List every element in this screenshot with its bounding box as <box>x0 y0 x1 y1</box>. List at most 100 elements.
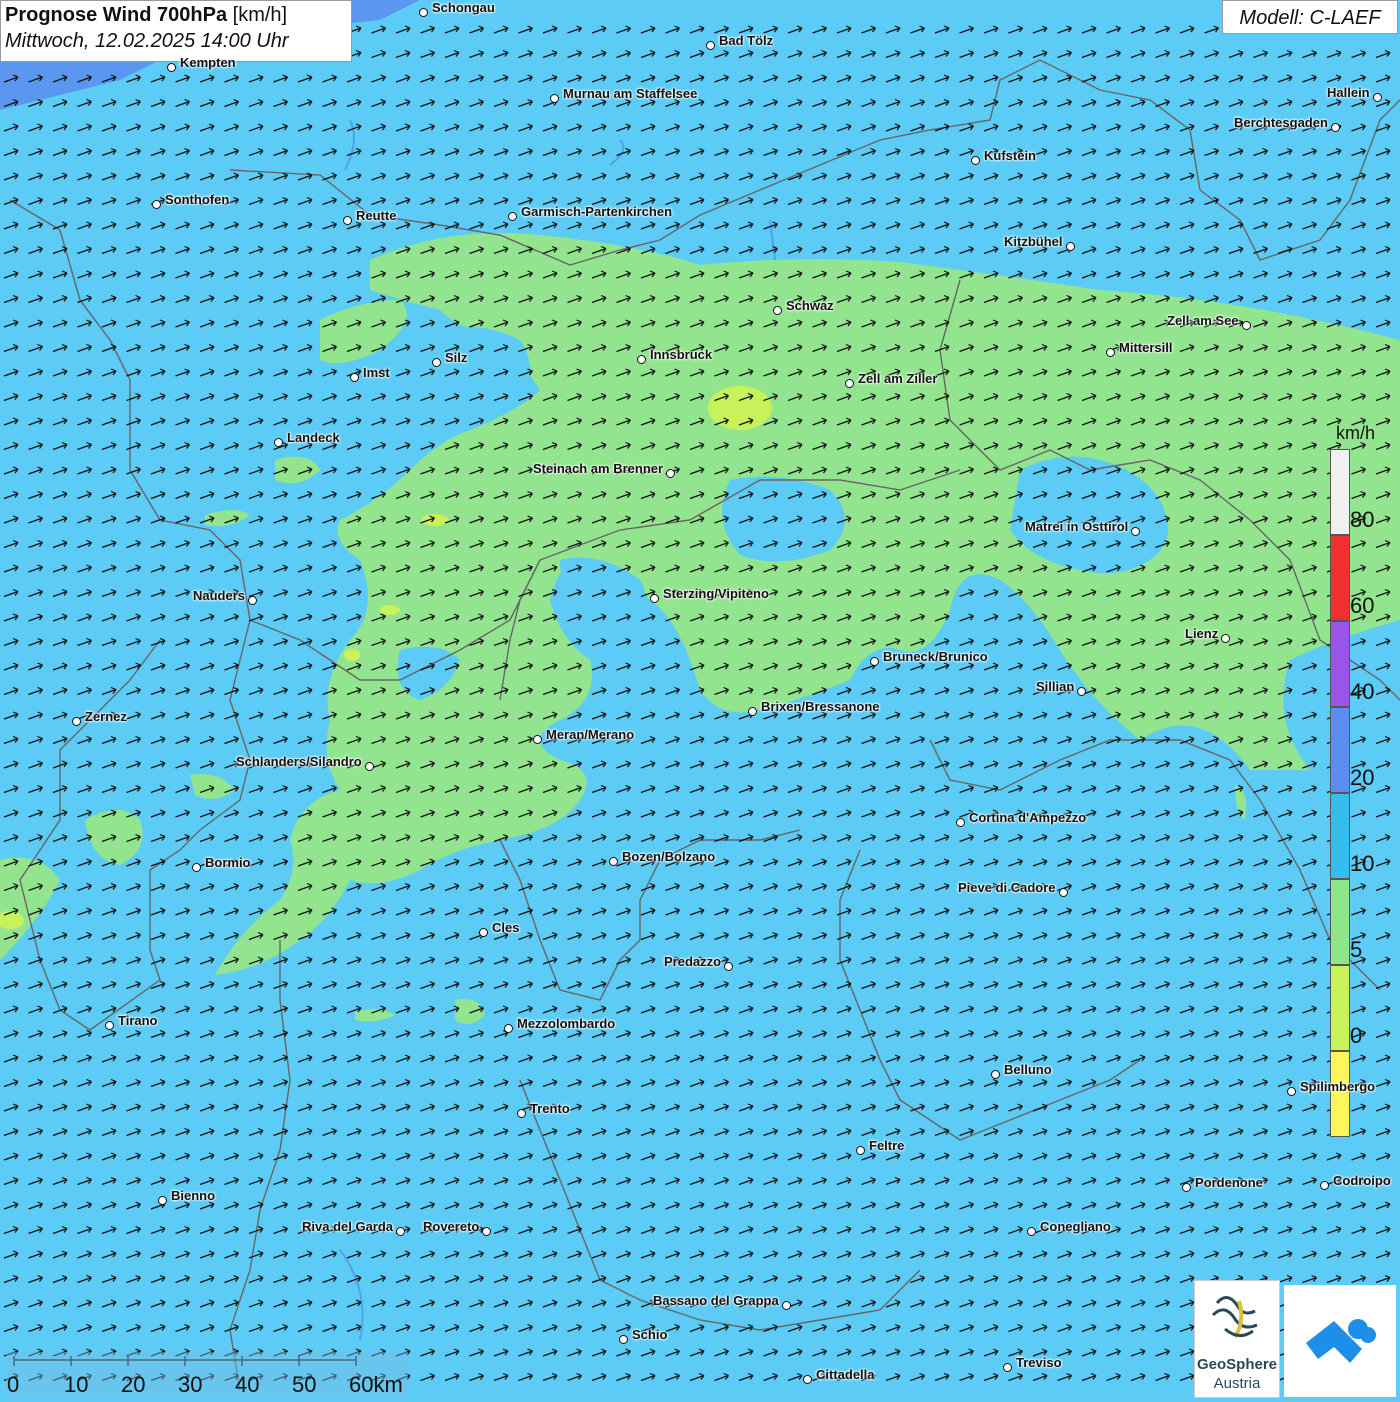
legend-segment <box>1330 621 1350 707</box>
city-label: Zernez <box>85 709 127 724</box>
city-marker <box>1221 634 1230 643</box>
city-marker <box>72 717 81 726</box>
city-marker <box>1287 1087 1296 1096</box>
city-label: Cittadella <box>816 1367 875 1382</box>
city-marker <box>637 355 646 364</box>
city-marker <box>158 1196 167 1205</box>
city-label: Zell am Ziller <box>858 371 938 386</box>
city-label: Murnau am Staffelsee <box>563 86 698 101</box>
city-label: Riva del Garda <box>302 1219 394 1234</box>
city-label: Belluno <box>1004 1062 1052 1077</box>
city-marker <box>619 1335 628 1344</box>
city-label: Nauders <box>193 588 246 603</box>
city-marker <box>956 818 965 827</box>
city-marker <box>773 306 782 315</box>
legend-segment <box>1330 449 1350 535</box>
city-label: Innsbruck <box>650 347 713 362</box>
city-marker <box>1373 93 1382 102</box>
city-marker <box>248 596 257 605</box>
city-marker <box>1106 348 1115 357</box>
city-marker <box>650 594 659 603</box>
city-label: Pieve di Cadore <box>958 880 1056 895</box>
city-label: Reutte <box>356 208 397 223</box>
city-marker <box>105 1021 114 1030</box>
city-marker <box>167 63 176 72</box>
city-marker <box>1242 321 1251 330</box>
city-marker <box>991 1070 1000 1079</box>
city-marker <box>971 156 980 165</box>
title-box: Prognose Wind 700hPa [km/h] Mittwoch, 12… <box>0 0 352 62</box>
legend-segment <box>1330 793 1350 879</box>
city-marker <box>1320 1181 1329 1190</box>
city-marker <box>1027 1227 1036 1236</box>
city-label: Treviso <box>1016 1355 1062 1370</box>
map-title: Prognose Wind 700hPa [km/h] <box>5 4 288 26</box>
city-marker <box>748 707 757 716</box>
city-marker <box>1003 1363 1012 1372</box>
city-marker <box>1182 1183 1191 1192</box>
city-marker <box>479 928 488 937</box>
city-marker <box>1066 242 1075 251</box>
city-marker <box>533 735 542 744</box>
city-label: Bad Tölz <box>719 33 774 48</box>
city-marker <box>419 8 428 17</box>
city-marker <box>1331 123 1340 132</box>
legend-colorbar <box>1330 449 1350 1137</box>
legend-unit: km/h <box>1336 423 1376 443</box>
city-label: Kufstein <box>984 148 1036 163</box>
city-label: Garmisch-Partenkirchen <box>521 204 673 219</box>
city-marker <box>845 379 854 388</box>
city-label: Berchtesgaden <box>1234 115 1328 130</box>
city-marker <box>856 1146 865 1155</box>
scale-label: 60km <box>349 1372 403 1397</box>
city-label: Meran/Merano <box>546 727 635 742</box>
city-label: Bienno <box>171 1188 216 1203</box>
city-marker <box>504 1024 513 1033</box>
city-label: Bormio <box>205 855 251 870</box>
city-marker <box>666 469 675 478</box>
city-marker <box>1131 527 1140 536</box>
legend-label: 40 <box>1350 679 1375 704</box>
city-label: Schwaz <box>786 298 834 313</box>
city-label: Sonthofen <box>165 192 230 207</box>
city-label: Bassano del Grappa <box>653 1293 779 1308</box>
city-marker <box>508 212 517 221</box>
legend-label: 5 <box>1350 937 1363 962</box>
scale-label: 30 <box>178 1372 203 1397</box>
city-label: Rovereto <box>423 1219 480 1234</box>
city-label: Kitzbühel <box>1004 234 1063 249</box>
forecast-datetime: Mittwoch, 12.02.2025 14:00 Uhr <box>5 30 289 52</box>
city-label: Cortina d'Ampezzo <box>969 810 1087 825</box>
city-marker <box>396 1227 405 1236</box>
city-marker <box>350 373 359 382</box>
city-label: Bruneck/Brunico <box>883 649 988 664</box>
city-label: Steinach am Brenner <box>533 461 664 476</box>
city-label: Cles <box>492 920 520 935</box>
city-label: Mezzolombardo <box>517 1016 616 1031</box>
city-label: Spilimbergo <box>1300 1079 1376 1094</box>
city-label: Bozen/Bolzano <box>622 849 716 864</box>
city-label: Schio <box>632 1327 668 1342</box>
legend-label: 80 <box>1350 507 1375 532</box>
city-marker <box>343 216 352 225</box>
city-label: Mittersill <box>1119 340 1173 355</box>
city-marker <box>365 762 374 771</box>
legend-label: 10 <box>1350 851 1375 876</box>
scale-label: 50 <box>292 1372 317 1397</box>
city-marker <box>550 94 559 103</box>
city-label: Kempten <box>180 55 236 70</box>
legend-segment <box>1330 1051 1350 1137</box>
city-marker <box>192 863 201 872</box>
geosphere-logo-line1: GeoSphere <box>1196 1356 1278 1373</box>
city-marker <box>152 200 161 209</box>
city-label: Schlanders/Silandro <box>236 754 362 769</box>
city-label: Predazzo <box>664 954 722 969</box>
legend-segment <box>1330 879 1350 965</box>
city-marker <box>1059 888 1068 897</box>
city-marker <box>482 1227 491 1236</box>
city-label: Pordenone <box>1195 1175 1263 1190</box>
legend-label: 0 <box>1350 1023 1363 1048</box>
city-label: Conegliano <box>1040 1219 1111 1234</box>
city-label: Sterzing/Vipiteno <box>663 586 769 601</box>
city-label: Codroipo <box>1333 1173 1391 1188</box>
